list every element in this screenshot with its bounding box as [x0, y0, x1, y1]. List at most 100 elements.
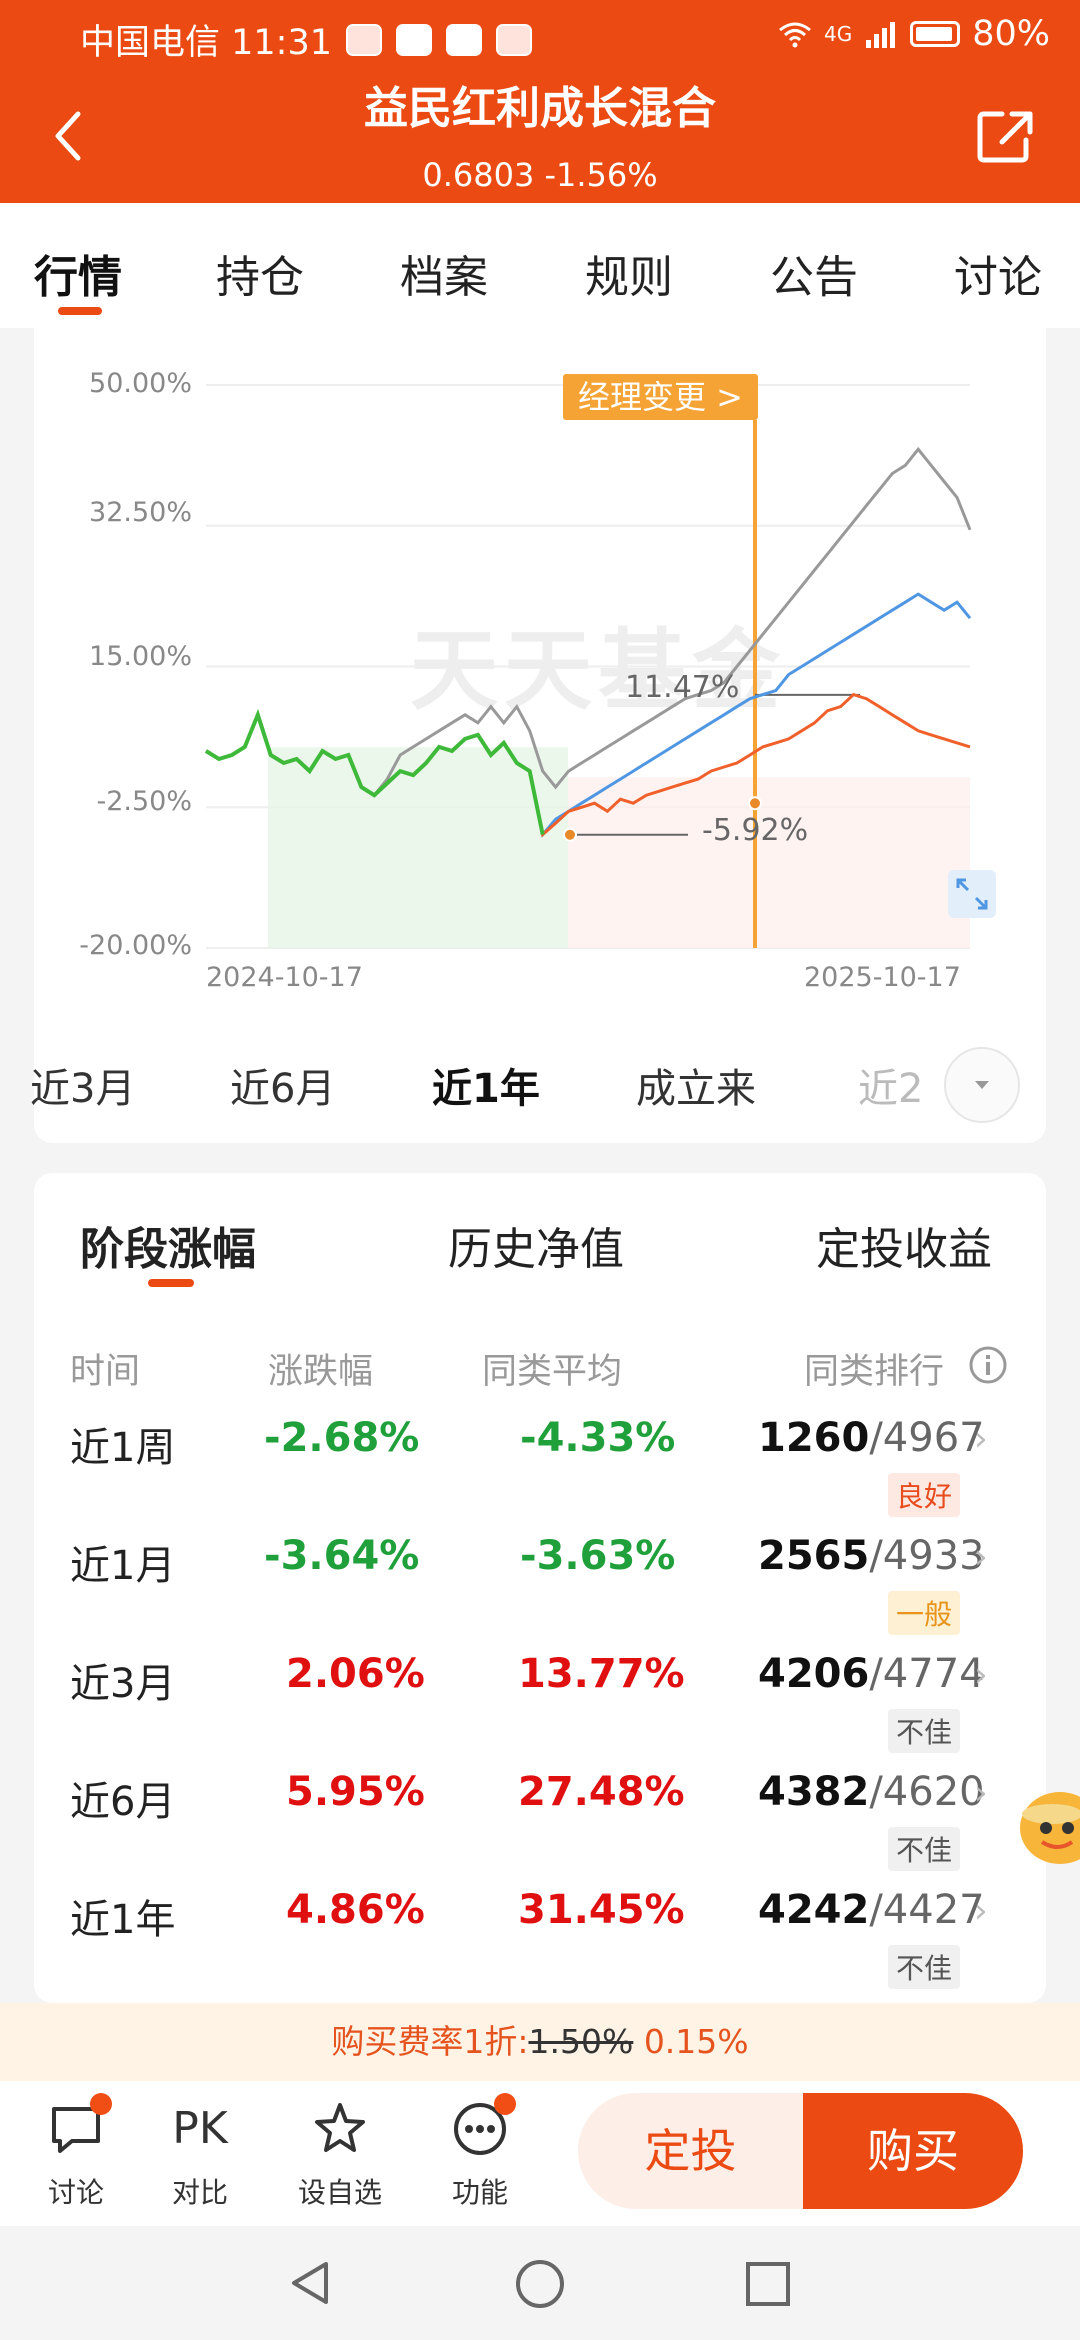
- tab-profile[interactable]: 档案: [400, 241, 488, 305]
- carrier-time: 中国电信 11:31: [80, 23, 332, 63]
- signal-icon: [866, 22, 896, 48]
- series-line-2: [205, 446, 972, 798]
- nav-back-icon[interactable]: [286, 2258, 336, 2308]
- rank-value: 2565: [758, 1533, 870, 1579]
- app-header: 中国电信 11:31 4G 80% 益民红利成长混合 0.6803 -1.56%: [0, 0, 1080, 203]
- add-watchlist-button[interactable]: 设自选: [290, 2101, 390, 2211]
- annotation-high: 11.47%: [625, 670, 740, 705]
- performance-chart[interactable]: [0, 328, 1080, 1018]
- x-start-label: 2024-10-17: [206, 962, 363, 993]
- row-period: 近1月: [70, 1543, 176, 1589]
- fee-banner[interactable]: 购买费率1折:1.50% 0.15%: [0, 2003, 1080, 2081]
- manager-change-badge[interactable]: 经理变更 >: [563, 374, 758, 420]
- notification-dot: [494, 2093, 516, 2115]
- rank-level-badge: 不佳: [888, 1709, 961, 1753]
- status-left: 中国电信 11:31: [80, 14, 532, 65]
- row-avg: 27.48%: [518, 1769, 685, 1815]
- discussion-button[interactable]: 讨论: [26, 2093, 126, 2211]
- row-period: 近6月: [70, 1779, 176, 1825]
- fund-title: 益民红利成长混合: [364, 83, 716, 134]
- add-watchlist-label: 设自选: [297, 2176, 382, 2209]
- row-period: 近1周: [70, 1425, 176, 1471]
- row-period: 近3月: [70, 1661, 176, 1707]
- period-selector: 近3月 近6月 近1年 成立来 近2: [30, 1018, 1046, 1143]
- sip-button[interactable]: 定投: [578, 2093, 803, 2209]
- chevron-right-icon: ›: [974, 1773, 988, 1813]
- chevron-right-icon: ›: [974, 1419, 988, 1459]
- rank-total: /4774: [869, 1651, 985, 1697]
- period-3m[interactable]: 近3月: [30, 1056, 135, 1114]
- more-icon: [452, 2093, 516, 2157]
- chevron-right-icon: ›: [974, 1891, 988, 1931]
- status-bar: 中国电信 11:31 4G 80%: [0, 0, 1080, 72]
- tab-announcements[interactable]: 公告: [770, 241, 858, 305]
- period-6m[interactable]: 近6月: [230, 1056, 335, 1114]
- tab-history-nav[interactable]: 历史净值: [448, 1213, 624, 1277]
- period-1y[interactable]: 近1年: [432, 1056, 540, 1114]
- compare-label: 对比: [171, 2176, 228, 2209]
- functions-label: 功能: [451, 2176, 508, 2209]
- nav-change: 0.6803 -1.56%: [422, 156, 658, 194]
- header-rank: 同类排行: [804, 1352, 945, 1392]
- chevron-right-icon: ›: [974, 1537, 988, 1577]
- row-change: -3.64%: [264, 1533, 420, 1579]
- green-region: [268, 747, 568, 948]
- status-right: 4G 80%: [778, 14, 1050, 54]
- rank-total: /4620: [869, 1769, 985, 1815]
- rank-value: 4242: [758, 1887, 870, 1933]
- rank-level-badge: 良好: [888, 1473, 961, 1517]
- tab-discussion[interactable]: 讨论: [954, 241, 1042, 305]
- performance-card: 阶段涨幅 历史净值 定投收益 时间 涨跌幅 同类平均 同类排行 近1周 -2.6…: [34, 1173, 1046, 2003]
- main-tabs: 行情 持仓 档案 规则 公告 讨论: [0, 203, 1080, 328]
- tab-market[interactable]: 行情: [34, 241, 122, 305]
- notification-dot: [90, 2093, 112, 2115]
- functions-button[interactable]: 功能: [430, 2093, 530, 2211]
- chat-icon: [48, 2093, 112, 2157]
- huawei-app-icon: [346, 23, 382, 56]
- battery-icon: [910, 21, 961, 47]
- row-rank: 4382/4620: [758, 1769, 985, 1815]
- buy-button[interactable]: 购买: [803, 2093, 1023, 2209]
- row-rank: 4242/4427: [758, 1887, 985, 1933]
- share-icon[interactable]: [976, 108, 1036, 164]
- tab-holdings[interactable]: 持仓: [216, 241, 304, 305]
- chevron-down-icon[interactable]: [944, 1047, 1020, 1123]
- system-nav-bar: [0, 2226, 1080, 2340]
- period-inception[interactable]: 成立来: [636, 1056, 756, 1114]
- change-point-marker: [748, 796, 762, 811]
- mascot-icon[interactable]: [1012, 1780, 1080, 1870]
- network-type: 4G: [823, 22, 853, 46]
- rank-total: /4427: [869, 1887, 985, 1933]
- battery-level: 80%: [972, 14, 1050, 54]
- period-2y[interactable]: 近2: [858, 1056, 923, 1114]
- nav-recents-icon[interactable]: [744, 2260, 792, 2308]
- rank-level-badge: 不佳: [888, 1827, 961, 1871]
- info-icon[interactable]: [968, 1345, 1008, 1385]
- fee-prefix: 购买费率1折:: [331, 2022, 529, 2061]
- fee-new: 0.15%: [643, 2022, 749, 2061]
- row-avg: 31.45%: [518, 1887, 685, 1933]
- tab-rules[interactable]: 规则: [585, 241, 673, 305]
- header-period: 时间: [70, 1352, 141, 1392]
- rank-level-badge: 一般: [888, 1591, 961, 1635]
- header-avg: 同类平均: [482, 1352, 623, 1392]
- rank-value: 4206: [758, 1651, 870, 1697]
- row-avg: -4.33%: [520, 1415, 676, 1461]
- rank-total: /4967: [869, 1415, 985, 1461]
- star-icon: [312, 2101, 368, 2157]
- rank-total: /4933: [869, 1533, 985, 1579]
- nav-home-icon[interactable]: [514, 2258, 566, 2310]
- rank-value: 4382: [758, 1769, 870, 1815]
- row-rank: 1260/4967: [758, 1415, 985, 1461]
- header-change: 涨跌幅: [268, 1352, 374, 1392]
- x-end-label: 2025-10-17: [804, 962, 961, 993]
- active-tab-indicator: [58, 307, 102, 315]
- row-avg: -3.63%: [520, 1533, 676, 1579]
- tab-stage-return[interactable]: 阶段涨幅: [80, 1213, 256, 1277]
- discussion-label: 讨论: [47, 2176, 104, 2209]
- fullscreen-icon[interactable]: [948, 870, 996, 918]
- tab-sip-return[interactable]: 定投收益: [816, 1213, 992, 1277]
- active-subtab-indicator: [148, 1279, 194, 1287]
- row-rank: 4206/4774: [758, 1651, 985, 1697]
- compare-button[interactable]: PK 对比: [150, 2101, 250, 2211]
